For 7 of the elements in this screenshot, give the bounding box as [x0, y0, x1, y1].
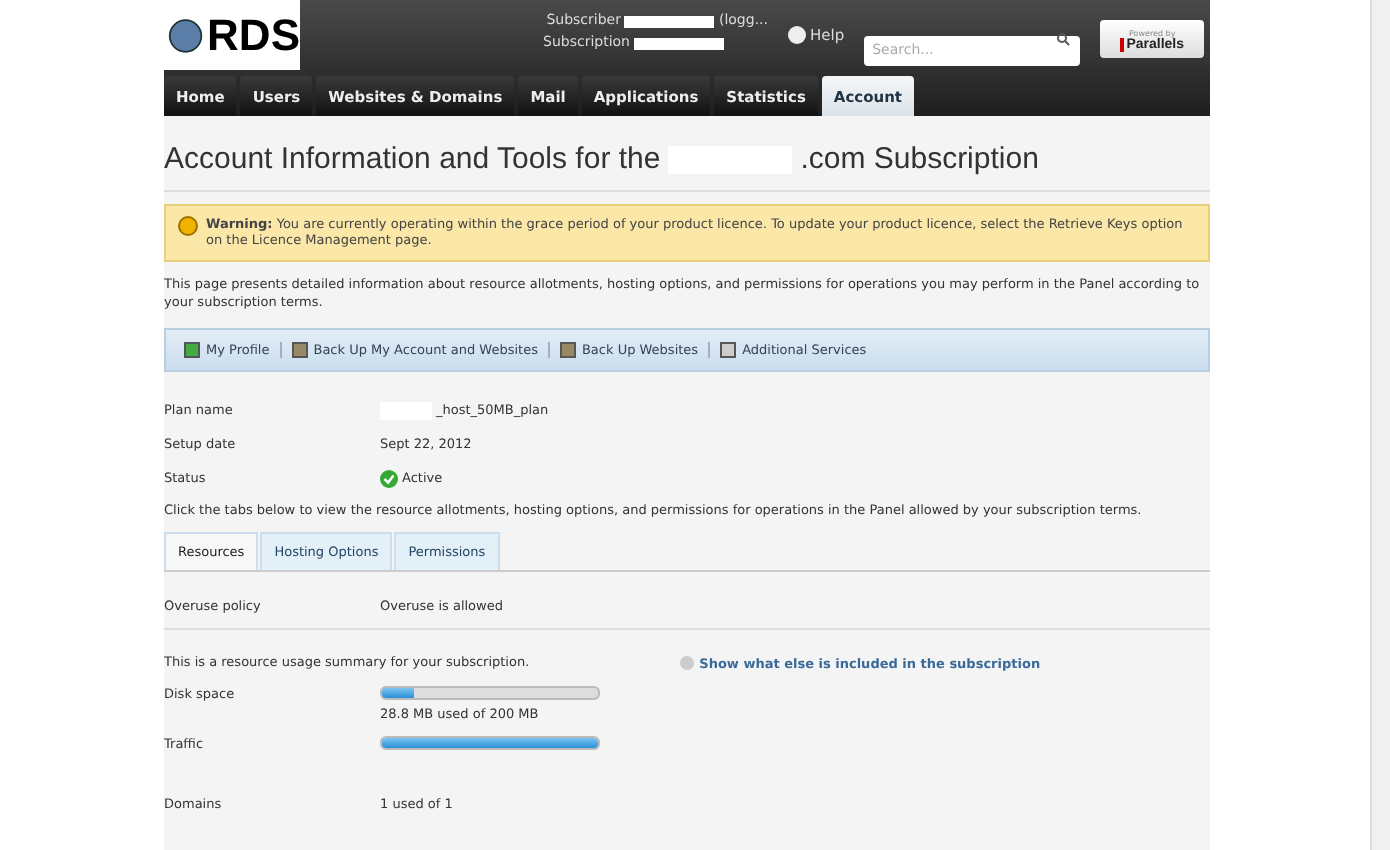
- logo: RDS: [164, 0, 300, 70]
- redaction-block: [634, 37, 724, 50]
- check-icon: [380, 469, 398, 488]
- redaction-block: [624, 15, 715, 28]
- page-title-suffix: .com Subscription: [800, 140, 1039, 179]
- search-icon: [1056, 32, 1071, 46]
- page-title: Account Information and Tools for the: [164, 140, 661, 179]
